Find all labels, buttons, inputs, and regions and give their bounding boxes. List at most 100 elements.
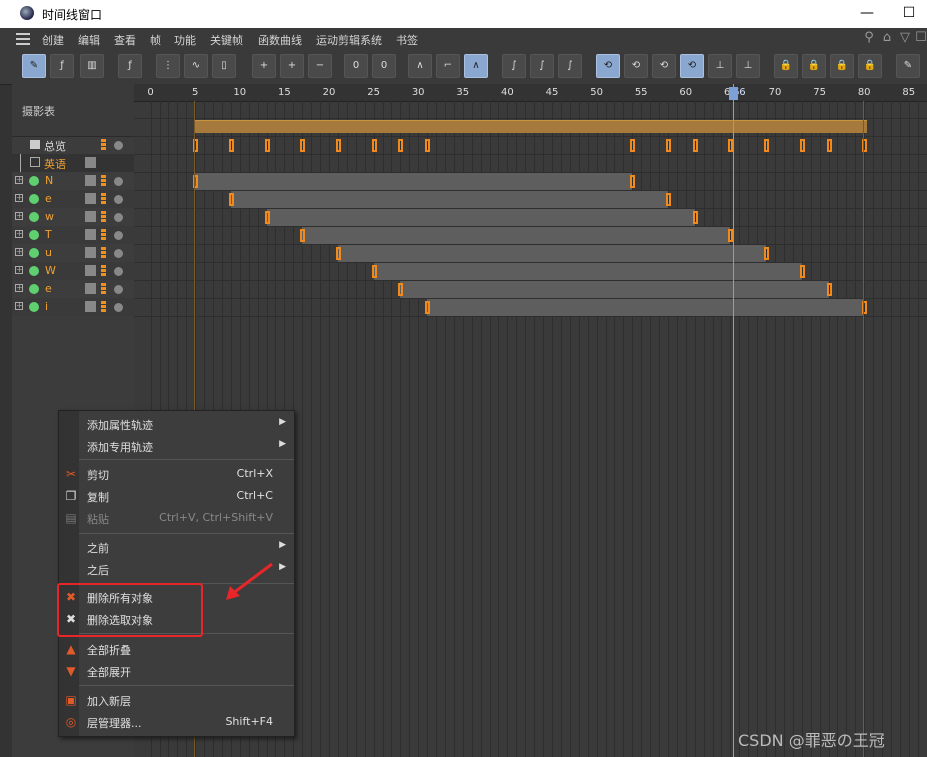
menu-fcurve[interactable]: 函数曲线 [258,32,302,48]
menu-add-special-track[interactable]: 添加专用轨迹 ▶ [59,435,294,457]
track-keyframe[interactable] [826,283,832,296]
edit-pen-icon[interactable] [85,265,96,276]
track-row[interactable]: + w [12,208,134,226]
menu-frame[interactable]: 帧 [150,32,161,48]
track-keyframe[interactable] [799,265,805,278]
summary-keyframe[interactable] [799,139,805,152]
summary-keyframe[interactable] [630,139,636,152]
track-bar[interactable] [302,227,731,244]
expand-toggle-icon[interactable]: + [15,176,23,184]
track-bar[interactable] [195,173,633,190]
track-row[interactable]: + u [12,244,134,262]
fcurve-view-icon[interactable]: ƒ [118,54,142,78]
expand-icon[interactable]: ☐ [914,31,927,45]
track-keyframe[interactable] [764,247,770,260]
solo-dot-icon[interactable] [114,249,123,258]
track-keyframe[interactable] [398,283,404,296]
edit-pen-icon[interactable] [85,175,96,186]
solo-dot-icon[interactable] [114,141,123,150]
menu-layer-manager[interactable]: ◎ 层管理器... Shift+F4 [59,711,294,733]
expand-toggle-icon[interactable]: + [15,248,23,256]
ease-in-icon[interactable]: ∫ [530,54,554,78]
solo-dot-icon[interactable] [114,177,123,186]
edit-pen-icon[interactable] [85,229,96,240]
menu-bookmarks[interactable]: 书签 [396,32,418,48]
track-before-icon[interactable]: ⊥ [708,54,732,78]
delete-key-icon[interactable]: − [308,54,332,78]
summary-bar[interactable] [195,120,868,133]
track-row[interactable]: + W [12,262,134,280]
summary-keyframe[interactable] [665,139,671,152]
menu-paste[interactable]: ▤ 粘贴 Ctrl+V, Ctrl+Shift+V [59,507,294,529]
ease-icon[interactable]: ∧ [464,54,488,78]
menu-add-new-layer[interactable]: ▣ 加入新层 [59,689,294,711]
expand-toggle-icon[interactable]: + [15,302,23,310]
lock-time-icon[interactable]: 🔒 [774,54,798,78]
track-row[interactable]: + N [12,172,134,190]
menu-create[interactable]: 创建 [42,32,64,48]
expand-toggle-icon[interactable]: + [15,230,23,238]
solo-dot-icon[interactable] [114,285,123,294]
track-keyframe[interactable] [228,193,234,206]
track-row[interactable]: + e [12,190,134,208]
add-key-icon[interactable]: + [252,54,276,78]
summary-keyframe[interactable] [398,139,404,152]
minimize-button[interactable]: — [847,2,887,24]
track-keyframe[interactable] [630,175,636,188]
step-icon[interactable]: ⌐ [436,54,460,78]
edit-pen-icon[interactable] [85,301,96,312]
track-keyframe[interactable] [692,211,698,224]
lock-value-icon[interactable]: 🔒 [802,54,826,78]
menu-collapse-all[interactable]: ▲ 全部折叠 [59,638,294,660]
menu-motion-clip[interactable]: 运动剪辑系统 [316,32,382,48]
track-bar[interactable] [400,281,829,298]
expand-toggle-icon[interactable]: + [15,284,23,292]
edit-pen-icon[interactable] [85,157,96,168]
menu-edit[interactable]: 编辑 [78,32,100,48]
zero-angle-icon[interactable]: 0 [344,54,368,78]
solo-dot-icon[interactable] [114,213,123,222]
linear-icon[interactable]: ∧ [408,54,432,78]
track-bar[interactable] [230,191,668,208]
summary-keyframe[interactable] [300,139,306,152]
track-bar[interactable] [337,245,767,262]
fcurve-mode-icon[interactable]: ƒ [50,54,74,78]
track-row[interactable]: + e [12,280,134,298]
edit-pen-icon[interactable] [85,247,96,258]
edit-pen-icon[interactable] [85,283,96,294]
expand-toggle-icon[interactable]: + [15,194,23,202]
menu-function[interactable]: 功能 [174,32,196,48]
solo-dot-icon[interactable] [114,231,123,240]
lock-length-icon[interactable]: 🔒 [858,54,882,78]
loop-icon[interactable]: ⟲ [596,54,620,78]
edit-pen-icon[interactable] [85,211,96,222]
track-keyframe[interactable] [371,265,377,278]
summary-keyframe[interactable] [228,139,234,152]
key-mode-icon[interactable]: ✎ [22,54,46,78]
summary-keyframe[interactable] [692,139,698,152]
menu-view[interactable]: 查看 [114,32,136,48]
expand-toggle-icon[interactable]: + [15,266,23,274]
motion-mode-icon[interactable]: ▥ [80,54,104,78]
home-icon[interactable]: ⌂ [880,31,894,45]
zero-length-icon[interactable]: 0 [372,54,396,78]
track-row[interactable]: + T [12,226,134,244]
solo-dot-icon[interactable] [114,195,123,204]
ease-out-icon[interactable]: ∫ [558,54,582,78]
loop-oscillate-icon[interactable]: ⟲ [680,54,704,78]
loop-continue-icon[interactable]: ⟲ [652,54,676,78]
add-key-all-icon[interactable]: + [280,54,304,78]
snap-icon[interactable]: ⋮ [156,54,180,78]
track-keyframe[interactable] [264,211,270,224]
edit-pen-icon[interactable] [85,193,96,204]
menu-keyframe[interactable]: 关键帧 [210,32,243,48]
track-after-icon[interactable]: ⊥ [736,54,760,78]
hamburger-menu-icon[interactable] [16,33,30,45]
track-keyframe[interactable] [300,229,306,242]
menu-expand-all[interactable]: ▼ 全部展开 [59,660,294,682]
solo-dot-icon[interactable] [114,303,123,312]
summary-keyframe[interactable] [371,139,377,152]
auto-tangent-icon[interactable]: ✎ [896,54,920,78]
menu-add-attribute-track[interactable]: 添加属性轨迹 ▶ [59,413,294,435]
menu-before[interactable]: 之前 ▶ [59,536,294,558]
